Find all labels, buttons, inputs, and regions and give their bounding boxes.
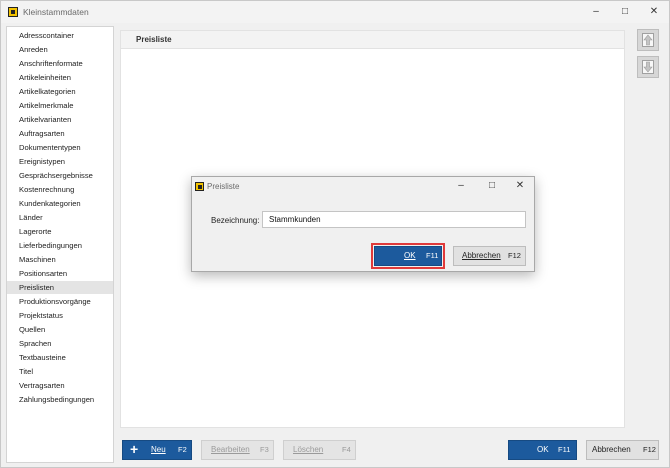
sidebar-item[interactable]: Vertragsarten	[7, 379, 113, 392]
sidebar-item-preislisten[interactable]: Preislisten	[7, 281, 113, 294]
close-icon[interactable]: ✕	[513, 179, 527, 193]
dialog-ok-label: OK	[404, 251, 416, 260]
sidebar-item[interactable]: Quellen	[7, 323, 113, 336]
column-header-label: Preisliste	[136, 35, 172, 44]
sidebar-item[interactable]: Projektstatus	[7, 309, 113, 322]
arrow-up-icon	[642, 33, 654, 47]
cancel-button[interactable]: Abbrechen F12	[586, 440, 659, 460]
sidebar-item[interactable]: Lagerorte	[7, 225, 113, 238]
move-up-button[interactable]	[637, 29, 659, 51]
minimize-icon[interactable]: –	[454, 179, 468, 193]
bezeichnung-input[interactable]	[262, 211, 526, 228]
bezeichnung-label: Bezeichnung:	[211, 216, 260, 225]
dialog-cancel-key: F12	[508, 251, 521, 260]
cancel-button-key: F12	[643, 445, 656, 454]
window-title: Kleinstammdaten	[23, 7, 89, 17]
sidebar-item[interactable]: Kundenkategorien	[7, 197, 113, 210]
sidebar-item[interactable]: Auftragsarten	[7, 127, 113, 140]
dialog-cancel-button[interactable]: Abbrechen F12	[453, 246, 526, 266]
sidebar-item[interactable]: Lieferbedingungen	[7, 239, 113, 252]
edit-button-label: Bearbeiten	[211, 445, 250, 454]
plus-icon: +	[130, 441, 139, 457]
new-button[interactable]: + Neu F2	[122, 440, 192, 460]
sidebar-item[interactable]: Artikelkategorien	[7, 85, 113, 98]
sidebar-item[interactable]: Anschriftenformate	[7, 57, 113, 70]
column-header[interactable]: Preisliste	[121, 31, 624, 49]
maximize-icon[interactable]: □	[618, 5, 632, 19]
title-bar: Kleinstammdaten – □ ✕	[1, 1, 669, 23]
sidebar-item[interactable]: Positionsarten	[7, 267, 113, 280]
delete-button-key: F4	[342, 445, 351, 454]
dialog-title: Preisliste	[207, 182, 240, 191]
sidebar-item[interactable]: Dokumententypen	[7, 141, 113, 154]
sidebar-item[interactable]: Kostenrechnung	[7, 183, 113, 196]
cancel-button-label: Abbrechen	[592, 445, 631, 454]
sidebar-item[interactable]: Artikeleinheiten	[7, 71, 113, 84]
sidebar-item[interactable]: Zahlungsbedingungen	[7, 393, 113, 406]
ok-button[interactable]: OK F11	[508, 440, 577, 460]
ok-button-key: F11	[558, 445, 571, 454]
edit-button-key: F3	[260, 445, 269, 454]
sidebar-item[interactable]: Ereignistypen	[7, 155, 113, 168]
move-down-button[interactable]	[637, 56, 659, 78]
sidebar-item[interactable]: Länder	[7, 211, 113, 224]
dialog-ok-button[interactable]: OK F11	[374, 246, 442, 266]
sidebar-item[interactable]: Titel	[7, 365, 113, 378]
delete-button[interactable]: Löschen F4	[283, 440, 356, 460]
sidebar-item[interactable]: Adresscontainer	[7, 29, 113, 42]
sidebar-item[interactable]: Maschinen	[7, 253, 113, 266]
sidebar-item[interactable]: Anreden	[7, 43, 113, 56]
minimize-icon[interactable]: –	[589, 5, 603, 19]
arrow-down-icon	[642, 60, 654, 74]
dialog-cancel-label: Abbrechen	[462, 251, 501, 260]
edit-button[interactable]: Bearbeiten F3	[201, 440, 274, 460]
price-list-dialog: Preisliste – □ ✕ Bezeichnung: OK F11 Abb…	[191, 176, 535, 272]
app-logo-icon	[8, 7, 18, 17]
new-button-label: Neu	[151, 445, 166, 454]
sidebar-item[interactable]: Textbausteine	[7, 351, 113, 364]
app-logo-icon	[195, 182, 204, 191]
close-icon[interactable]: ✕	[647, 5, 661, 19]
maximize-icon[interactable]: □	[485, 179, 499, 193]
sidebar: Adresscontainer Anreden Anschriftenforma…	[6, 26, 114, 463]
new-button-key: F2	[178, 445, 187, 454]
sidebar-item[interactable]: Produktionsvorgänge	[7, 295, 113, 308]
sidebar-item[interactable]: Artikelmerkmale	[7, 99, 113, 112]
delete-button-label: Löschen	[293, 445, 324, 454]
sidebar-item[interactable]: Sprachen	[7, 337, 113, 350]
sidebar-item[interactable]: Gesprächsergebnisse	[7, 169, 113, 182]
sidebar-item[interactable]: Artikelvarianten	[7, 113, 113, 126]
dialog-ok-key: F11	[426, 251, 439, 260]
ok-button-label: OK	[537, 445, 549, 454]
